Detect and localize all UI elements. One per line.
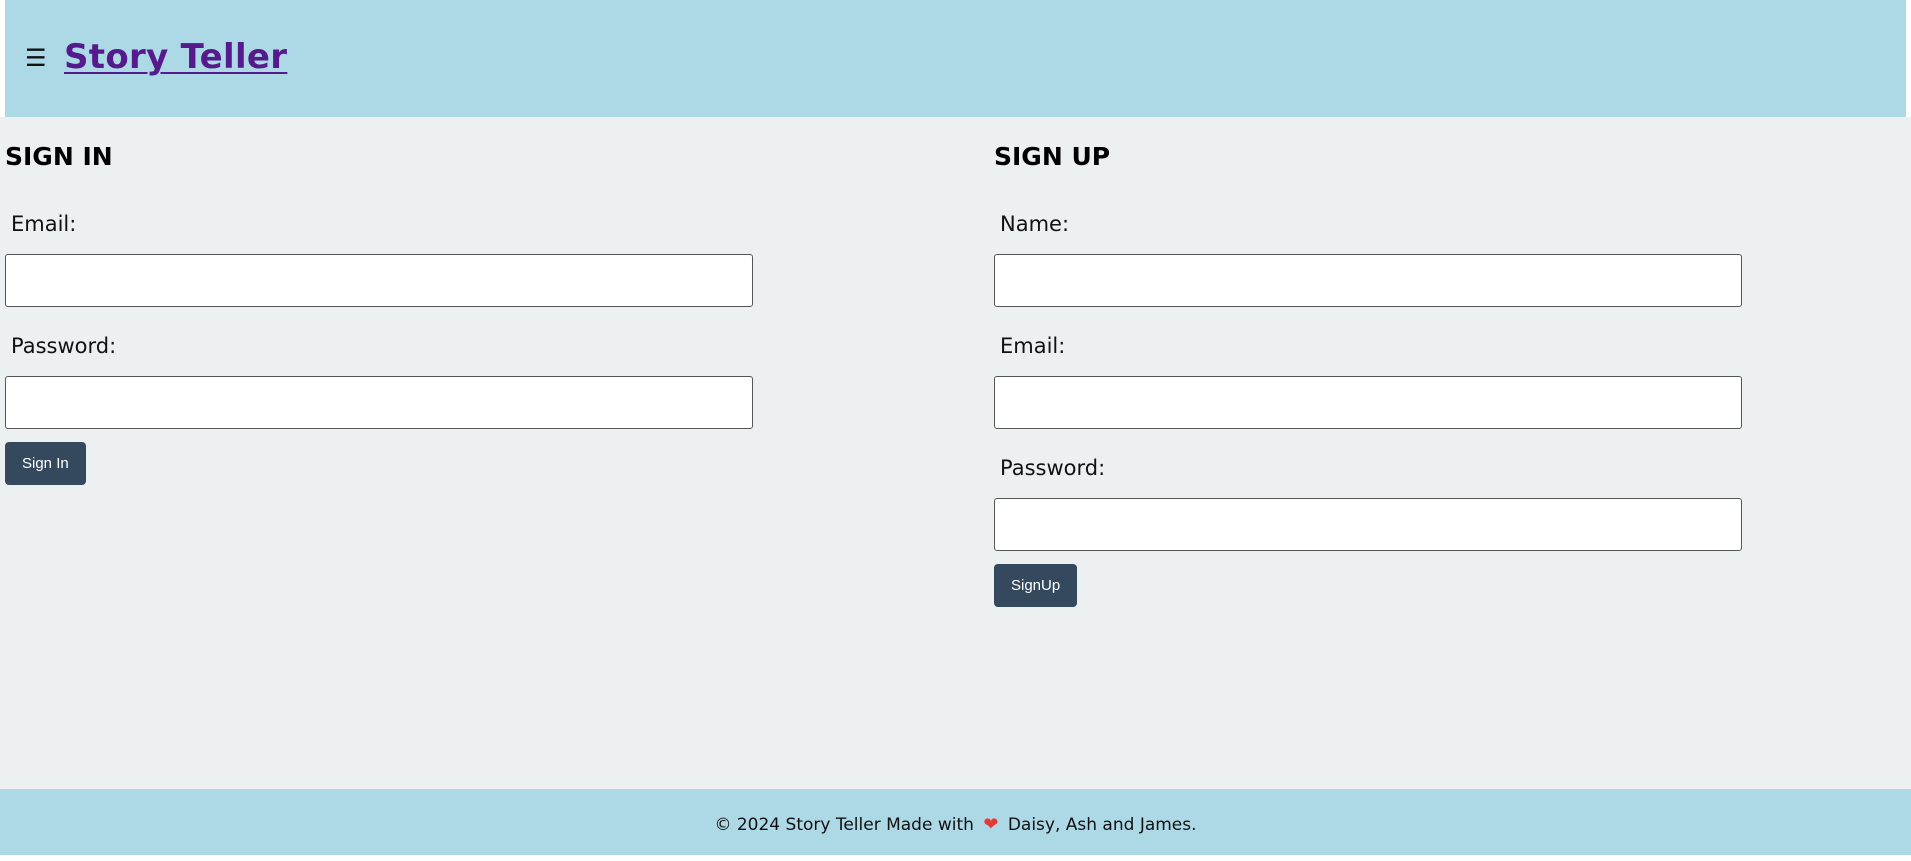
hamburger-menu-icon[interactable]: ☰ [25, 43, 47, 73]
sign-in-password-label: Password: [11, 334, 117, 358]
sign-up-password-input[interactable] [994, 498, 1742, 551]
sign-up-email-label: Email: [1000, 334, 1066, 358]
sign-in-email-input[interactable] [5, 254, 753, 307]
sign-up-name-input[interactable] [994, 254, 1742, 307]
sign-up-title: SIGN UP [994, 142, 1111, 171]
footer-text-prefix: © 2024 Story Teller Made with [714, 815, 974, 835]
sign-in-button[interactable]: Sign In [5, 442, 86, 485]
heart-icon: ❤ [983, 814, 999, 835]
footer-text-credits: Daisy, Ash and James. [1007, 815, 1197, 835]
sign-up-password-label: Password: [1000, 456, 1106, 480]
sign-up-button[interactable]: SignUp [994, 564, 1078, 607]
main-content: SIGN IN Email: Password: Sign In SIGN UP… [0, 117, 1911, 789]
brand-link[interactable]: Story Teller [64, 35, 287, 79]
sign-in-title: SIGN IN [5, 142, 113, 171]
footer: © 2024 Story Teller Made with ❤ Daisy, A… [0, 789, 1911, 855]
sign-up-name-label: Name: [1000, 212, 1070, 236]
header: ☰ Story Teller [5, 0, 1906, 117]
sign-in-password-input[interactable] [5, 376, 753, 429]
sign-up-email-input[interactable] [994, 376, 1742, 429]
sign-in-email-label: Email: [11, 212, 77, 236]
page: ☰ Story Teller SIGN IN Email: Password: … [0, 0, 1911, 855]
